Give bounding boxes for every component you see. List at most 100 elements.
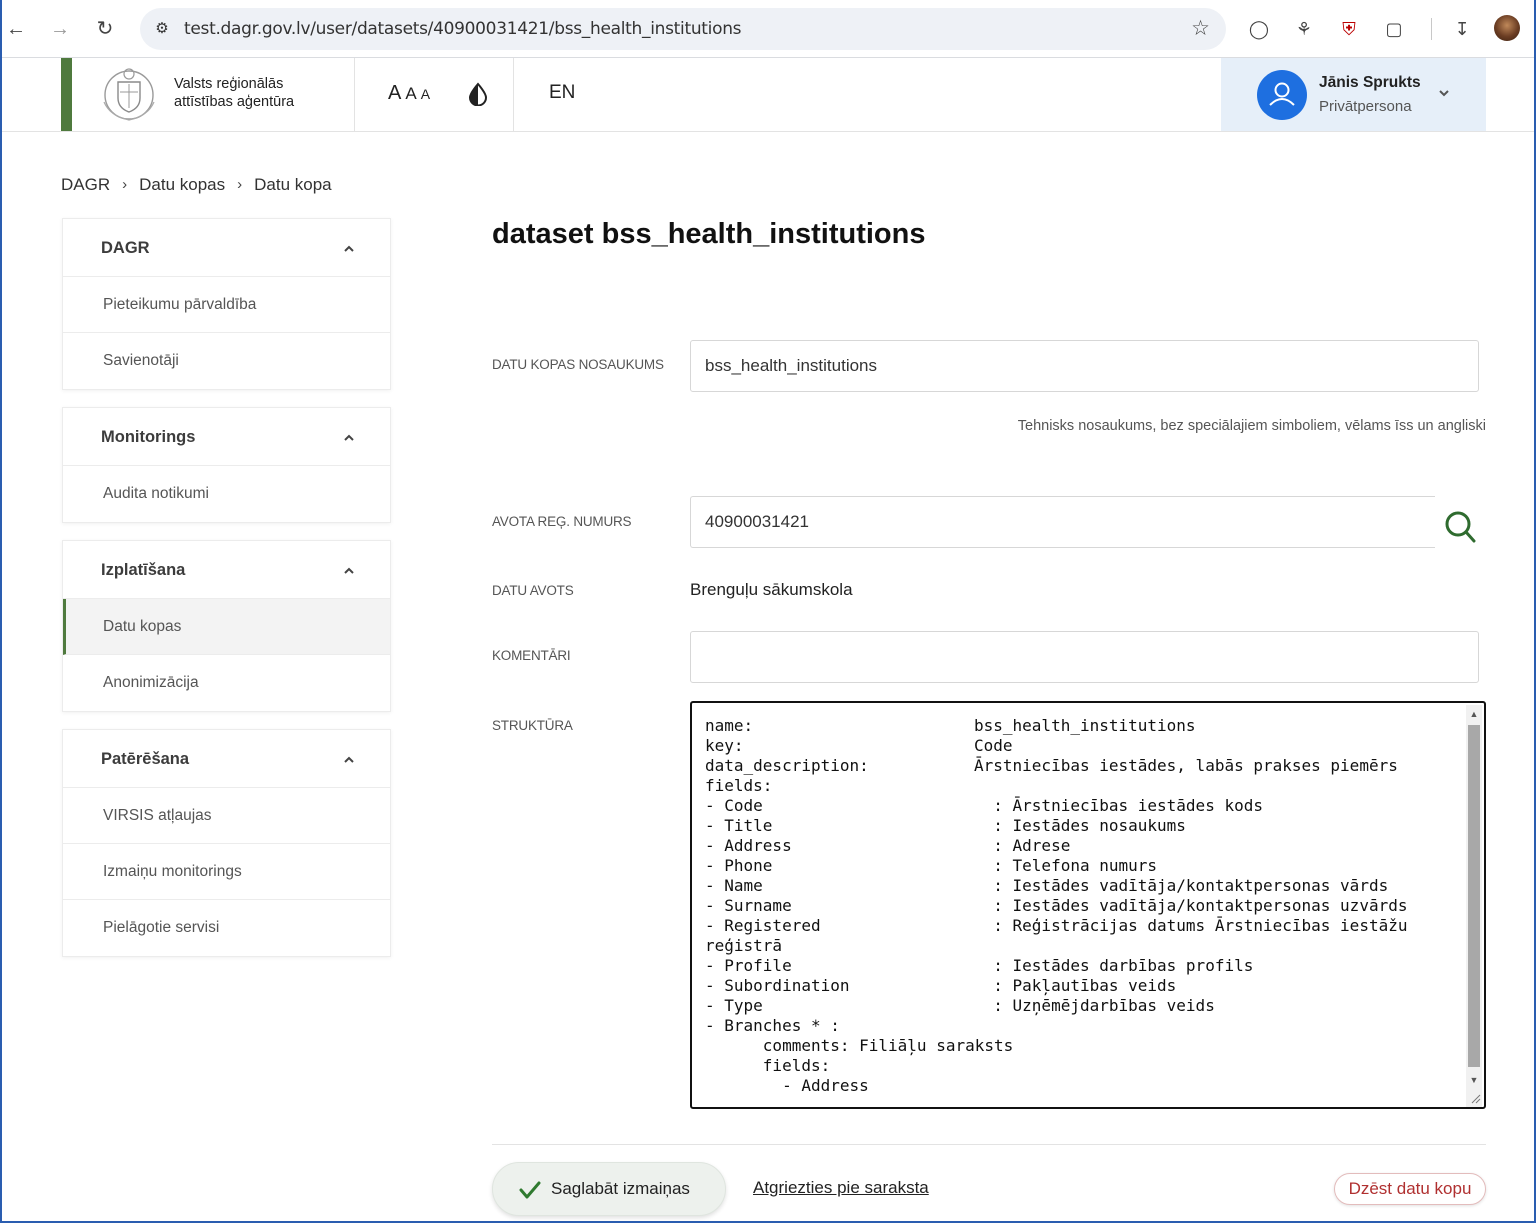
delete-dataset-label: Dzēst datu kopu (1348, 1179, 1472, 1198)
breadcrumb-item-dataset: Datu kopa (254, 174, 332, 194)
save-changes-label: Saglabāt izmaiņas (551, 1179, 690, 1198)
agency-name[interactable]: Valsts reģionālās attīstības aģentūra (174, 75, 294, 111)
structure-line-key: - Branches * : (705, 1016, 840, 1035)
sidebar-item-label: Savienotāji (103, 352, 179, 369)
bookmark-star-icon[interactable]: ☆ (1191, 17, 1210, 41)
chevron-down-icon[interactable] (1437, 86, 1451, 100)
scroll-up-icon[interactable]: ▲ (1469, 709, 1479, 719)
sidebar-item-label: Anonimizācija (103, 674, 199, 691)
structure-scrollbar[interactable]: ▲ ▼ (1466, 705, 1482, 1107)
sidebar-section-monitoring: Monitorings Audita notikumi (62, 407, 391, 523)
extension-code-icon[interactable]: ◯ (1245, 15, 1273, 43)
user-role: Privātpersona (1319, 98, 1412, 115)
dataset-name-label: DATU KOPAS NOSAUKUMS (492, 357, 664, 372)
resize-handle-icon[interactable] (1469, 1092, 1481, 1104)
downloads-icon[interactable]: ↧ (1448, 15, 1476, 43)
site-settings-icon[interactable]: ⚙ (150, 17, 174, 41)
font-size-small[interactable]: A (421, 86, 430, 102)
sidebar-item-change-monitoring[interactable]: Izmaiņu monitorings (63, 844, 390, 900)
structure-line: comments: Filiāļu saraksts (705, 1036, 1465, 1056)
structure-line-value: : Ārstniecības iestādes kods (974, 796, 1263, 815)
structure-line: - Title : Iestādes nosaukums (705, 816, 1465, 836)
header-divider (354, 58, 355, 131)
structure-line-key: - Registered (705, 916, 821, 935)
sidebar-item-virsis-permissions[interactable]: VIRSIS atļaujas (63, 788, 390, 844)
browser-toolbar: ← → ↻ ⚙ test.dagr.gov.lv/user/datasets/4… (0, 0, 1536, 58)
structure-line-key: fields: (705, 776, 773, 795)
address-bar[interactable]: ⚙ test.dagr.gov.lv/user/datasets/4090003… (140, 8, 1226, 50)
profile-avatar[interactable] (1494, 15, 1520, 41)
source-reg-number-input[interactable]: 40900031421 (690, 496, 1435, 548)
contrast-icon[interactable] (468, 82, 488, 106)
page-title: dataset bss_health_institutions (492, 218, 926, 250)
back-to-list-link[interactable]: Atgriezties pie saraksta (753, 1178, 929, 1198)
delete-dataset-button[interactable]: Dzēst datu kopu (1334, 1173, 1486, 1205)
structure-line-key: - Profile (705, 956, 792, 975)
forward-icon[interactable]: → (46, 15, 74, 43)
save-changes-button[interactable]: Saglabāt izmaiņas (492, 1162, 726, 1216)
url-text[interactable]: test.dagr.gov.lv/user/datasets/409000314… (184, 8, 742, 50)
structure-line: - Branches * : (705, 1016, 1465, 1036)
sidebar-item-label: Audita notikumi (103, 485, 209, 502)
font-size-controls: AAA (388, 82, 434, 105)
ublock-shield-icon[interactable]: ⛨ (1335, 15, 1363, 43)
structure-line-value: : Iestādes vadītāja/kontaktpersonas uzvā… (974, 896, 1408, 915)
structure-line: - Address (705, 1076, 1465, 1096)
chevron-up-icon[interactable] (342, 431, 356, 443)
font-size-large[interactable]: A (388, 82, 401, 105)
sidebar-section-header[interactable]: Izplatīšana (63, 541, 390, 599)
breadcrumb-item-datasets[interactable]: Datu kopas (139, 175, 225, 195)
structure-line: - Type : Uzņēmējdarbības veids (705, 996, 1465, 1016)
chevron-up-icon[interactable] (342, 753, 356, 765)
coat-of-arms-logo[interactable] (98, 62, 160, 124)
sidebar-section-title: Patērēšana (101, 750, 190, 768)
sidebar-item-custom-services[interactable]: Pielāgotie servisi (63, 900, 390, 956)
sidebar-item-audit-events[interactable]: Audita notikumi (63, 466, 390, 522)
structure-line-key: comments: Filiāļu saraksts (705, 1036, 1014, 1055)
sidebar-section-title: DAGR (101, 239, 150, 257)
font-size-medium[interactable]: A (405, 84, 416, 104)
structure-line-key: - Address (705, 836, 792, 855)
language-switch[interactable]: EN (549, 82, 575, 104)
sidebar-section-header[interactable]: Patērēšana (63, 730, 390, 788)
comments-label: KOMENTĀRI (492, 648, 571, 663)
sidebar-item-label: VIRSIS atļaujas (103, 807, 212, 824)
sidebar-item-connectors[interactable]: Savienotāji (63, 333, 390, 389)
sidebar-section-header[interactable]: Monitorings (63, 408, 390, 466)
sidebar-item-datasets[interactable]: Datu kopas (63, 599, 390, 655)
chevron-right-icon: › (122, 176, 128, 194)
user-avatar (1257, 70, 1307, 120)
extension-turtle-icon[interactable]: ⚘ (1290, 15, 1318, 43)
chevron-up-icon[interactable] (342, 242, 356, 254)
sidebar-item-applications[interactable]: Pieteikumu pārvaldība (63, 277, 390, 333)
extensions-puzzle-icon[interactable]: ▢ (1380, 15, 1408, 43)
dataset-name-input[interactable]: bss_health_institutions (690, 340, 1479, 392)
structure-line: - Profile : Iestādes darbības profils (705, 956, 1465, 976)
structure-line: fields: (705, 1056, 1465, 1076)
structure-line-key: - Subordination (705, 976, 850, 995)
search-icon[interactable] (1444, 510, 1476, 544)
chevron-up-icon[interactable] (342, 564, 356, 576)
breadcrumb: DAGR › Datu kopas › Datu kopa (61, 174, 332, 195)
structure-line-key: key: (705, 736, 744, 755)
comments-input[interactable] (690, 631, 1479, 683)
checkmark-icon (519, 1181, 541, 1199)
structure-line: fields: (705, 776, 1465, 796)
structure-line-value: : Iestādes darbības profils (974, 956, 1254, 975)
breadcrumb-item-dagr[interactable]: DAGR (61, 175, 110, 195)
structure-line: data_description: Ārstniecības iestādes, … (705, 756, 1465, 776)
scrollbar-thumb[interactable] (1468, 725, 1480, 1067)
structure-line-value: : Reģistrācijas datums Ārstniecības iest… (974, 916, 1408, 935)
toolbar-divider (1431, 18, 1432, 40)
sidebar-section-header[interactable]: DAGR (63, 219, 390, 277)
structure-line-key: fields: (705, 1056, 831, 1075)
structure-textarea[interactable]: name: bss_health_institutions key: Code data… (690, 701, 1486, 1109)
structure-line-value: : Iestādes vadītāja/kontaktpersonas vārd… (974, 876, 1389, 895)
sidebar-section-distribution: Izplatīšana Datu kopas Anonimizācija (62, 540, 391, 712)
reload-icon[interactable]: ↻ (91, 15, 119, 43)
dataset-name-hint: Tehnisks nosaukums, bez speciālajiem sim… (1017, 418, 1486, 434)
user-menu[interactable]: Jānis Sprukts Privātpersona (1221, 58, 1486, 131)
sidebar-item-anonymization[interactable]: Anonimizācija (63, 655, 390, 711)
back-icon[interactable]: ← (2, 15, 30, 43)
scroll-down-icon[interactable]: ▼ (1469, 1075, 1479, 1085)
